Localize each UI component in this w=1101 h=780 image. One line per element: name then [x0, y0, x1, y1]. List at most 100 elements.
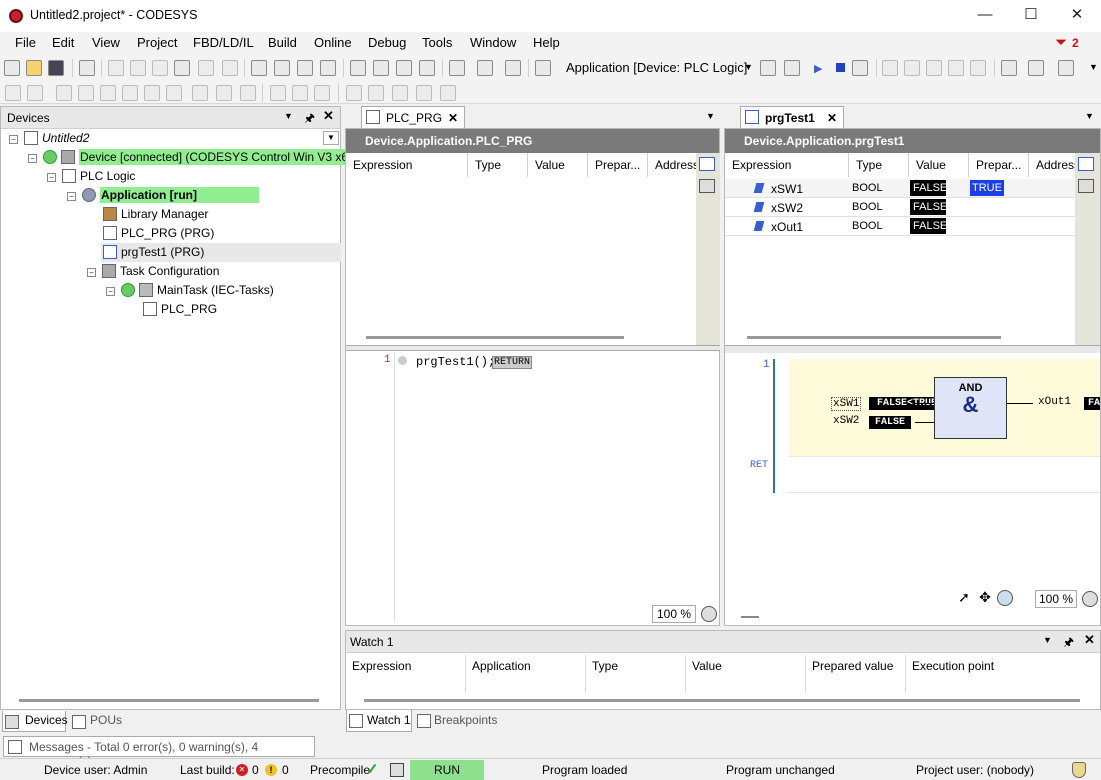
col-type[interactable]: Type — [468, 153, 528, 177]
open-project-icon[interactable] — [26, 60, 42, 76]
menu-window[interactable]: Window — [470, 35, 516, 50]
menu-debug[interactable]: Debug — [368, 35, 406, 50]
network-ret[interactable] — [789, 456, 1100, 493]
find-in-project-icon[interactable] — [320, 60, 336, 76]
tree-item-library-manager[interactable]: Library Manager — [103, 205, 208, 224]
step-into-icon[interactable] — [904, 60, 920, 76]
login-icon[interactable] — [760, 60, 776, 76]
fbd-box-en-icon[interactable] — [100, 85, 116, 101]
stop-icon[interactable] — [836, 63, 845, 72]
fbd-set-icon[interactable] — [392, 85, 408, 101]
fbd-negate-icon[interactable] — [314, 85, 330, 101]
minimize-button[interactable]: — — [962, 0, 1008, 32]
pin-icon[interactable]: 🖈 — [1063, 633, 1074, 654]
menu-fbd-ld-il[interactable]: FBD/LD/IL — [193, 35, 254, 50]
paste-icon[interactable] — [198, 60, 214, 76]
fbd-input-icon[interactable] — [56, 85, 72, 101]
panel-close-icon[interactable]: ✕ — [323, 108, 334, 124]
watch-col-expression[interactable]: Expression — [346, 655, 466, 693]
write-values-icon[interactable] — [1028, 60, 1044, 76]
collapse-icon[interactable]: − — [67, 192, 76, 201]
panel-menu-icon[interactable]: ▼ — [1043, 635, 1052, 645]
col-prepared[interactable]: Prepar... — [588, 153, 648, 177]
text-view-icon[interactable] — [1078, 157, 1094, 171]
splitter[interactable] — [346, 345, 720, 351]
tree-item-prgtest1[interactable]: prgTest1 (PRG) — [101, 243, 341, 262]
col-expression[interactable]: Expression — [725, 153, 849, 177]
menu-tools[interactable]: Tools — [422, 35, 452, 50]
find-icon[interactable] — [251, 60, 267, 76]
force-values-icon[interactable] — [1058, 60, 1074, 76]
watch-col-type[interactable]: Type — [586, 655, 686, 693]
fbd-jump-icon[interactable] — [144, 85, 160, 101]
panel-close-icon[interactable]: ✕ — [1084, 632, 1095, 648]
find-next-icon[interactable] — [274, 60, 290, 76]
table-row[interactable]: xSW1 BOOL FALSE TRUE — [725, 179, 1075, 198]
fbd-input-xsw2[interactable]: xSW2 — [833, 415, 859, 427]
tab-list-icon[interactable]: ▼ — [706, 111, 715, 121]
tree-item-task-plc-prg[interactable]: PLC_PRG — [143, 300, 217, 319]
maximize-button[interactable]: ☐ — [1008, 0, 1054, 32]
fbd-close-branch-icon[interactable] — [368, 85, 384, 101]
undo-icon[interactable] — [108, 60, 124, 76]
fbd-output-xout1[interactable]: xOut1 — [1038, 396, 1071, 408]
print-icon[interactable] — [79, 60, 95, 76]
table-view-icon[interactable] — [1078, 179, 1094, 193]
tab-pous[interactable]: POUs — [90, 713, 122, 727]
reset-icon[interactable] — [852, 60, 868, 76]
tab-breakpoints[interactable]: Breakpoints — [434, 713, 497, 727]
step-over-icon[interactable] — [882, 60, 898, 76]
start-icon[interactable]: ▶ — [814, 62, 822, 75]
calculator-icon[interactable] — [535, 60, 551, 76]
fbd-label-icon[interactable] — [166, 85, 182, 101]
active-application-selector[interactable]: Application [Device: PLC Logic] — [566, 60, 747, 75]
show-current-statement-icon[interactable] — [1001, 60, 1017, 76]
zoom-icon[interactable] — [701, 606, 717, 622]
zoom-icon[interactable] — [1082, 591, 1098, 607]
table-row[interactable]: xOut1 BOOL FALSE — [725, 217, 1075, 236]
fbd-return-icon[interactable] — [192, 85, 208, 101]
replace-icon[interactable] — [297, 60, 313, 76]
collapse-icon[interactable]: − — [28, 154, 37, 163]
col-value[interactable]: Value — [528, 153, 588, 177]
col-address[interactable]: Address — [648, 153, 699, 177]
menu-online[interactable]: Online — [314, 35, 352, 50]
chevron-down-icon[interactable]: ▼ — [744, 62, 753, 72]
zoom-tool-icon[interactable] — [997, 590, 1013, 606]
collapse-icon[interactable]: − — [9, 135, 18, 144]
pointer-tool-icon[interactable]: ➚ — [955, 589, 973, 607]
toolbar-overflow-icon[interactable]: ▼ — [1089, 62, 1098, 72]
fbd-parallel-icon[interactable] — [346, 85, 362, 101]
fbd-reset-icon[interactable] — [416, 85, 432, 101]
collapse-icon[interactable]: − — [87, 268, 96, 277]
copy-icon[interactable] — [174, 60, 190, 76]
col-address[interactable]: Address — [1029, 153, 1080, 177]
menu-edit[interactable]: Edit — [52, 35, 74, 50]
col-value[interactable]: Value — [909, 153, 969, 177]
pan-tool-icon[interactable]: ✥ — [976, 589, 994, 607]
menu-view[interactable]: View — [92, 35, 120, 50]
close-button[interactable]: ✕ — [1054, 0, 1100, 32]
fbd-box-icon[interactable] — [78, 85, 94, 101]
tab-close-icon[interactable]: ✕ — [827, 107, 837, 129]
step-out-icon[interactable] — [926, 60, 942, 76]
menu-file[interactable]: File — [15, 35, 36, 50]
clear-bookmarks-icon[interactable] — [419, 60, 435, 76]
text-view-icon[interactable] — [699, 157, 715, 171]
lock-icon[interactable] — [390, 763, 404, 777]
fbd-edge-icon[interactable] — [440, 85, 456, 101]
build-icon[interactable] — [477, 60, 493, 76]
right-hscroll[interactable] — [741, 616, 759, 618]
redo-icon[interactable] — [130, 60, 146, 76]
messages-tab[interactable]: Messages - Total 0 error(s), 0 warning(s… — [3, 736, 315, 768]
devices-scrollbar[interactable] — [19, 699, 319, 702]
table-row[interactable]: xSW2 BOOL FALSE — [725, 198, 1075, 217]
col-type[interactable]: Type — [849, 153, 909, 177]
bookmark-icon[interactable] — [350, 60, 366, 76]
prev-bookmark-icon[interactable] — [396, 60, 412, 76]
run-to-cursor-icon[interactable] — [948, 60, 964, 76]
tree-item-project[interactable]: − Untitled2 — [9, 129, 89, 148]
menu-help[interactable]: Help — [533, 35, 560, 50]
table-view-icon[interactable] — [699, 179, 715, 193]
tab-list-icon[interactable]: ▼ — [1085, 111, 1094, 121]
